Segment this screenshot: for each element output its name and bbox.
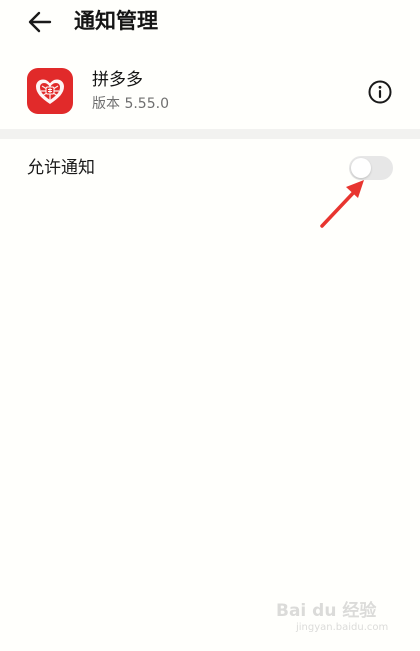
page-title: 通知管理 [74,9,158,33]
toggle-knob [351,158,371,178]
info-circle-icon[interactable] [367,79,393,105]
section-divider [0,129,420,139]
app-info-row: 拼多多 版本 5.55.0 [0,60,420,122]
app-version: 版本 5.55.0 [92,96,169,112]
allow-notifications-label: 允许通知 [27,158,95,178]
app-name: 拼多多 [92,70,143,90]
baidu-jingyan-watermark: Bai du 经验 jingyan.baidu.com [276,596,416,646]
annotation-arrow-icon [320,180,364,228]
watermark-url: jingyan.baidu.com [296,622,389,633]
watermark-brand: Bai du 经验 [276,601,377,621]
pinduoduo-app-icon [27,68,73,114]
back-arrow-icon[interactable] [24,6,56,38]
title-bar: 通知管理 [0,0,420,44]
